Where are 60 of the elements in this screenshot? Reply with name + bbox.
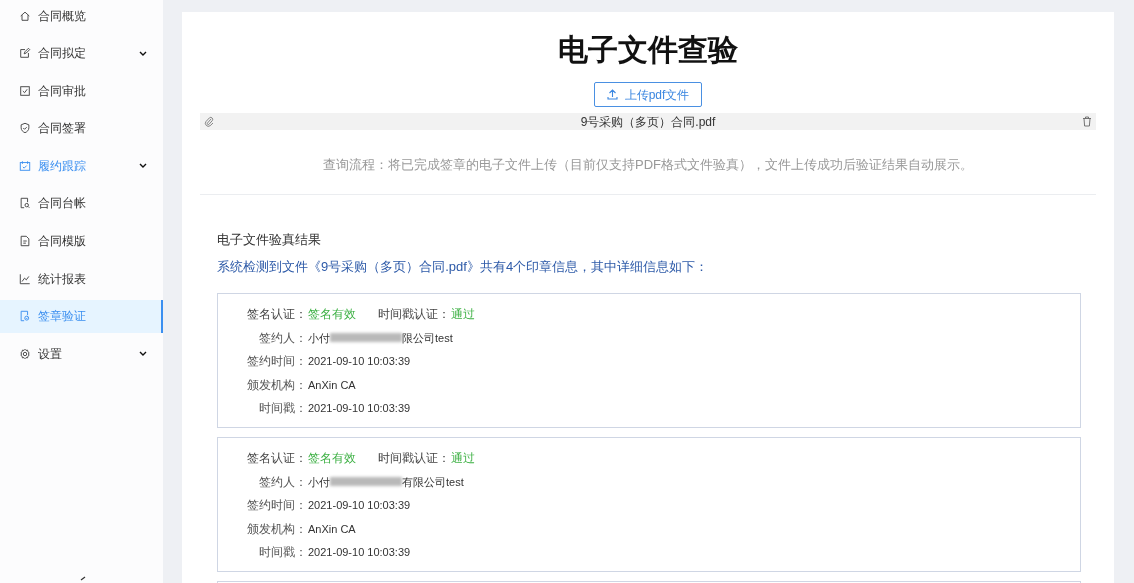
check-icon — [19, 84, 31, 97]
field-value: 小付 — [308, 474, 330, 490]
result-summary: 系统检测到文件《9号采购（多页）合同.pdf》共有4个印章信息，其中详细信息如下： — [217, 258, 710, 276]
shield-icon — [19, 122, 31, 135]
edit-icon — [19, 47, 31, 60]
collapse-icon[interactable] — [78, 576, 86, 583]
status-text: 签名有效 — [308, 306, 356, 323]
field-value: 有限公司test — [402, 474, 464, 490]
calendar-icon — [19, 159, 31, 172]
status-text: 签名有效 — [308, 450, 356, 467]
file-item[interactable]: 9号采购（多页）合同.pdf — [200, 113, 1096, 130]
status-text: 通过 — [451, 306, 475, 323]
chart-icon — [19, 272, 31, 285]
hint-text: 查询流程：将已完成签章的电子文件上传（目前仅支持PDF格式文件验真），文件上传成功后验证结果自动展示。 — [322, 156, 974, 174]
chevron-down-icon — [139, 50, 147, 56]
field-value: 2021-09-10 10:03:39 — [308, 354, 411, 369]
field-label: 签约时间： — [246, 353, 307, 370]
home-icon — [19, 9, 31, 22]
sidebar-item[interactable]: 合同拟定 — [0, 36, 163, 70]
upload-button[interactable]: 上传pdf文件 — [593, 82, 703, 107]
paperclip-icon — [204, 116, 214, 127]
field-value: 2021-09-10 10:03:39 — [308, 545, 411, 560]
field-label: 签名认证： — [246, 306, 307, 323]
page-title: 电子文件查验 — [557, 32, 739, 68]
sidebar-item[interactable]: 合同模版 — [0, 224, 163, 258]
field-value: 小付 — [308, 330, 330, 346]
field-label: 时间戳认证： — [378, 306, 450, 323]
doc-icon — [19, 235, 31, 248]
doc-search-icon — [19, 197, 31, 210]
file-name: 9号采购（多页）合同.pdf — [580, 113, 716, 131]
upload-icon — [606, 89, 618, 100]
sidebar-item[interactable]: 设置 — [0, 337, 163, 371]
sidebar-item[interactable]: 统计报表 — [0, 262, 163, 296]
field-label: 时间戳认证： — [378, 450, 450, 467]
sidebar-item[interactable]: 合同台帐 — [0, 186, 163, 220]
sidebar-item[interactable]: 合同审批 — [0, 74, 163, 108]
doc-check-icon — [19, 310, 31, 323]
field-label: 时间戳： — [258, 400, 307, 417]
sidebar-item[interactable]: 合同签署 — [0, 111, 163, 145]
field-label: 颁发机构： — [246, 520, 307, 538]
field-value: 2021-09-10 10:03:39 — [308, 498, 411, 513]
field-label: 签名认证： — [246, 450, 307, 467]
chevron-down-icon — [139, 163, 147, 169]
redacted-block — [330, 333, 402, 343]
status-text: 通过 — [451, 450, 475, 467]
sidebar-item[interactable]: 合同概览 — [0, 0, 163, 32]
redacted-block — [330, 477, 402, 487]
field-label: 签约人： — [258, 329, 307, 347]
field-value: AnXin CA — [308, 521, 356, 537]
field-label: 签约时间： — [246, 497, 307, 514]
field-label: 颁发机构： — [246, 376, 307, 394]
result-title: 电子文件验真结果 — [217, 231, 322, 249]
field-value: AnXin CA — [308, 377, 356, 393]
field-value: 2021-09-10 10:03:39 — [308, 401, 411, 416]
field-value: 限公司test — [402, 330, 453, 346]
gear-icon — [19, 347, 31, 360]
field-label: 时间戳： — [258, 544, 307, 561]
delete-icon[interactable] — [1082, 116, 1092, 127]
field-label: 签约人： — [258, 473, 307, 491]
chevron-down-icon — [139, 351, 147, 357]
